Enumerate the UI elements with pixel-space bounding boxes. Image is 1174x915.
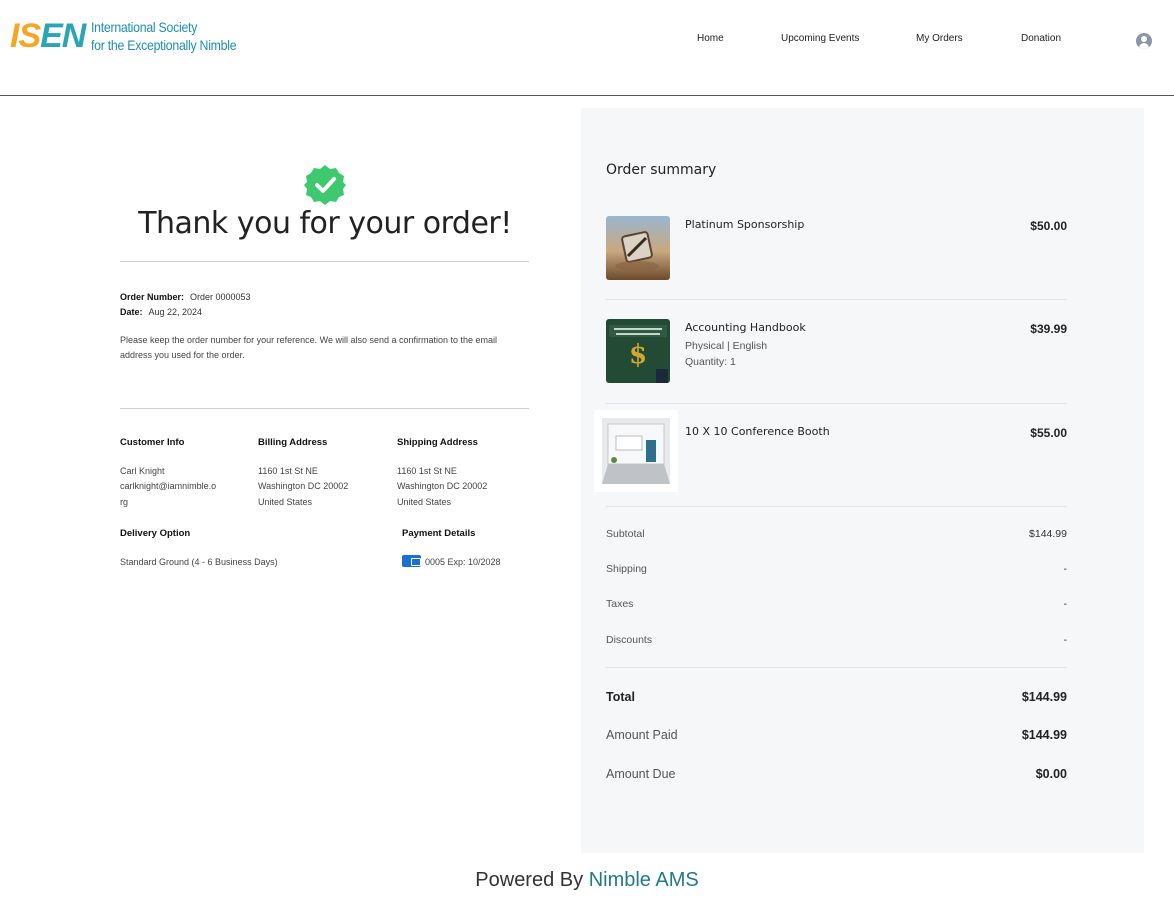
divider	[606, 403, 1067, 404]
amount-paid-label: Amount Paid	[606, 728, 678, 742]
order-note: Please keep the order number for your re…	[120, 335, 498, 360]
main-nav: Home Upcoming Events My Orders Donation	[0, 33, 1174, 49]
accounting-handbook-image: $	[606, 319, 670, 383]
total-label: Total	[606, 690, 635, 704]
order-meta: Order Number: Order 0000053 Date: Aug 22, …	[120, 290, 251, 320]
payment-details: Payment Details 0005 Exp: 10/2028	[402, 526, 527, 570]
order-number-label: Order Number:	[120, 292, 185, 302]
discounts-label: Discounts	[606, 634, 653, 646]
item-name: Platinum Sponsorship	[685, 218, 805, 231]
footer: Powered By Nimble AMS	[0, 869, 1174, 892]
amount-due-label: Amount Due	[606, 767, 676, 781]
item-format: Physical | English	[685, 340, 768, 352]
billing-address: Billing Address 1160 1st St NE Washingto…	[258, 435, 388, 510]
conference-booth-image	[594, 410, 678, 492]
item-price: $55.00	[1030, 426, 1067, 440]
delivery-option: Delivery Option Standard Ground (4 - 6 B…	[120, 526, 370, 570]
customer-email-line-1: carlknight@iamnimble.o	[120, 481, 217, 491]
platinum-sponsorship-image	[606, 216, 670, 280]
shipping-address-label: Shipping Address	[397, 437, 478, 448]
payment-card-value: 0005 Exp: 10/2028	[425, 556, 501, 567]
shipping-label: Shipping	[606, 563, 647, 575]
divider	[120, 261, 529, 262]
check-badge-icon	[304, 165, 346, 205]
delivery-option-value: Standard Ground (4 - 6 Business Days)	[120, 556, 278, 567]
customer-info: Customer Info Carl Knight carlknight@iam…	[120, 435, 230, 510]
svg-text:$: $	[629, 340, 647, 370]
divider	[606, 506, 1067, 507]
billing-address-label: Billing Address	[258, 437, 328, 448]
shipping-city: Washington DC 20002	[397, 481, 488, 491]
billing-country: United States	[258, 496, 313, 507]
subtotal-label: Subtotal	[606, 528, 645, 540]
shipping-street: 1160 1st St NE	[397, 465, 457, 476]
user-avatar-icon[interactable]	[1136, 33, 1152, 49]
total-value: $144.99	[1021, 690, 1067, 704]
billing-city: Washington DC 20002	[258, 481, 349, 491]
item-price: $39.99	[1030, 322, 1067, 336]
payment-details-label: Payment Details	[402, 528, 476, 539]
credit-card-icon	[402, 554, 421, 567]
footer-prefix: Powered By	[475, 869, 584, 891]
page-title: Thank you for your order!	[138, 206, 512, 241]
discounts-value: -	[1063, 634, 1068, 646]
taxes-value: -	[1063, 598, 1068, 610]
nav-donation[interactable]: Donation	[1021, 33, 1061, 44]
amount-paid-value: $144.99	[1021, 728, 1067, 742]
shipping-country: United States	[397, 496, 452, 507]
amount-due-value: $0.00	[1035, 767, 1067, 781]
nav-my-orders[interactable]: My Orders	[916, 33, 963, 44]
divider	[606, 667, 1067, 668]
billing-street: 1160 1st St NE	[258, 465, 318, 476]
shipping-address: Shipping Address 1160 1st St NE Washingt…	[397, 435, 527, 510]
nav-home[interactable]: Home	[697, 33, 724, 44]
delivery-option-label: Delivery Option	[120, 528, 191, 539]
taxes-label: Taxes	[606, 598, 634, 610]
order-number: Order 0000053	[190, 292, 251, 302]
item-quantity: Quantity: 1	[685, 356, 736, 368]
customer-info-label: Customer Info	[120, 437, 185, 448]
customer-name: Carl Knight	[120, 465, 165, 476]
order-summary-title: Order summary	[606, 162, 717, 178]
nav-upcoming-events[interactable]: Upcoming Events	[781, 33, 859, 44]
shipping-value: -	[1063, 563, 1068, 575]
footer-brand-link[interactable]: Nimble AMS	[589, 869, 699, 891]
divider	[120, 408, 529, 409]
item-name: 10 X 10 Conference Booth	[685, 425, 830, 438]
customer-email-line-2: rg	[120, 496, 129, 507]
item-name: Accounting Handbook	[685, 321, 806, 334]
order-date: Aug 22, 2024	[148, 307, 203, 317]
item-price: $50.00	[1030, 219, 1067, 233]
site-header: ISEN International Society for the Excep…	[0, 0, 1174, 96]
subtotal-value: $144.99	[1029, 528, 1067, 540]
divider	[606, 299, 1067, 300]
date-label: Date:	[120, 307, 143, 317]
